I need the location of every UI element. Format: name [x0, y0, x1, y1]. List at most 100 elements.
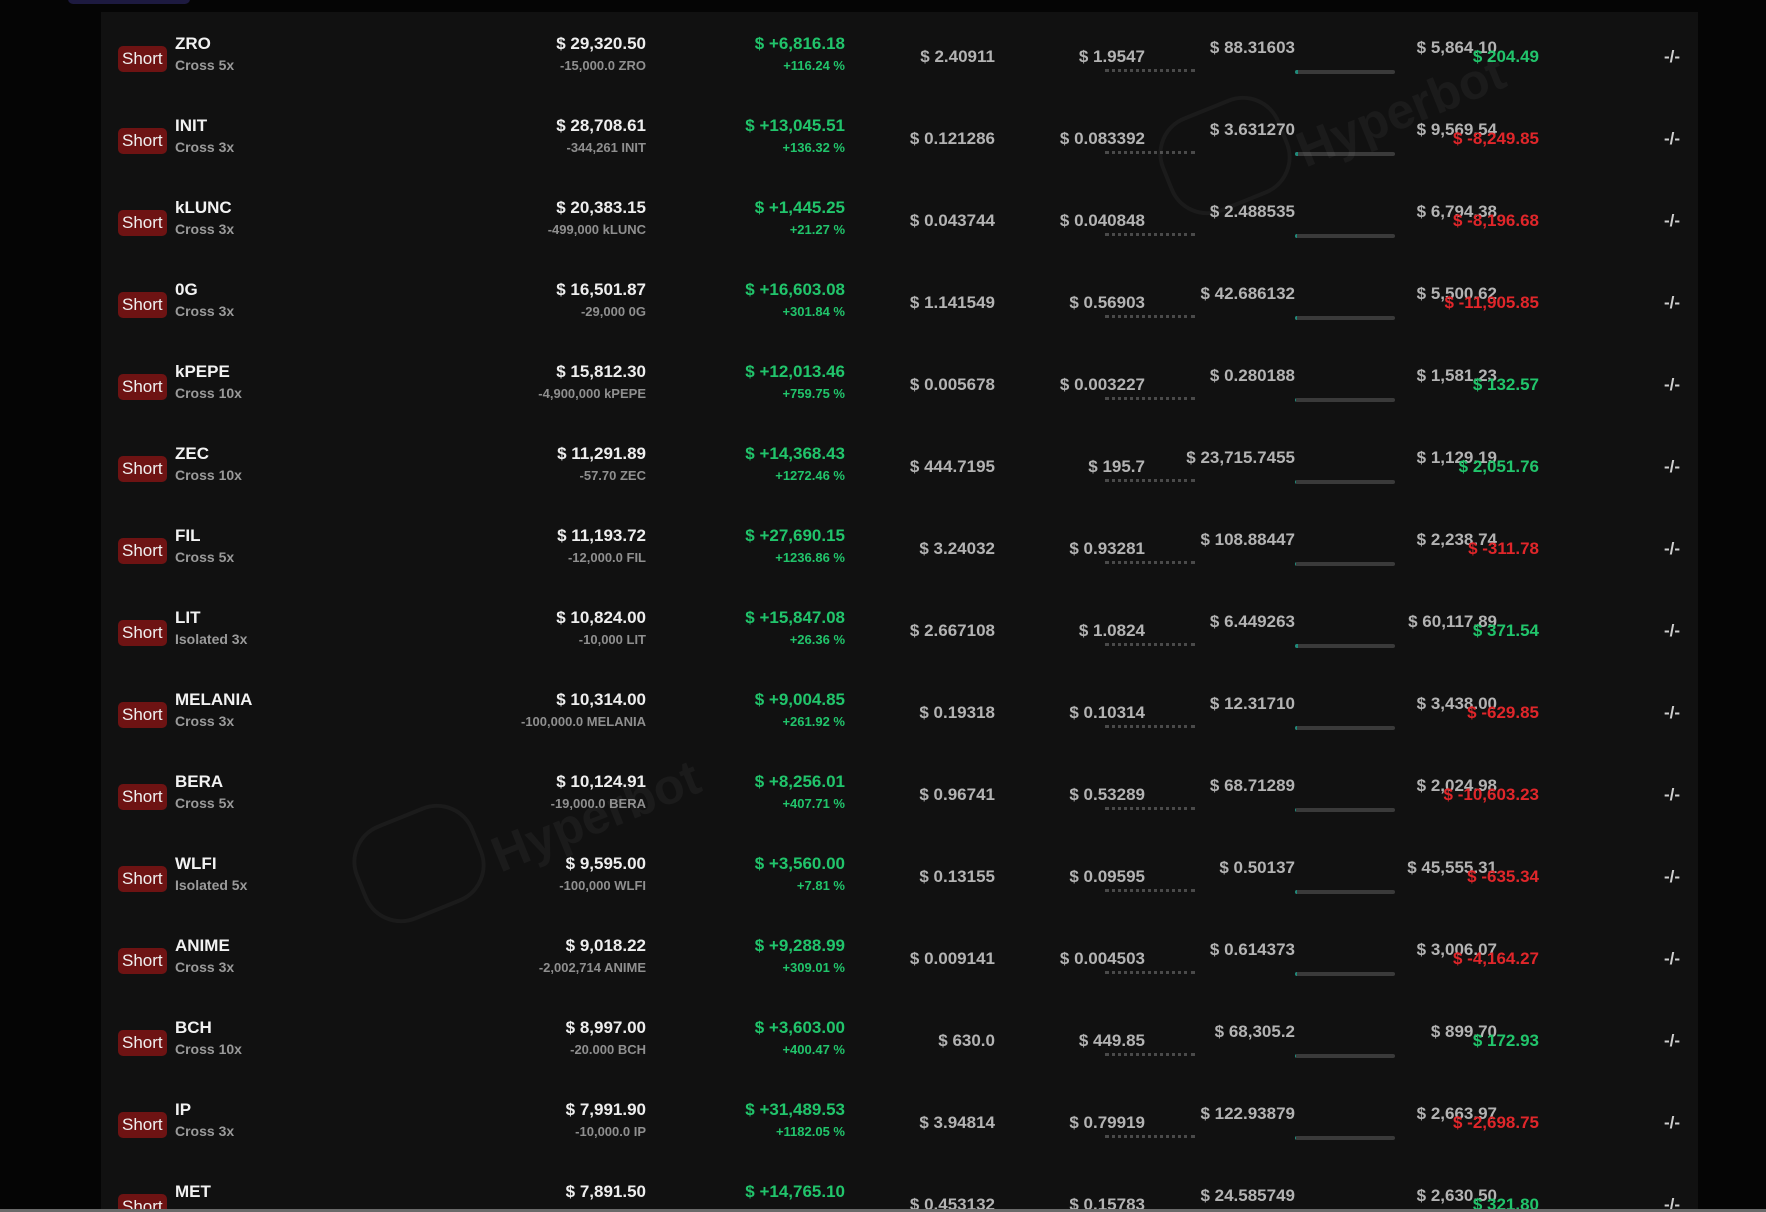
position-size: -12,000.0 FIL	[567, 550, 646, 565]
margin-ratio-fill	[1295, 70, 1298, 74]
liquidation-underline	[1105, 971, 1195, 974]
table-row[interactable]: Short MET $ 7,891.50 $ +14,765.10 $ 0.453132…	[101, 1160, 1698, 1212]
position-value: $ 20,383.15	[556, 198, 646, 217]
position-size: -4,900,000 kPEPE	[538, 386, 646, 401]
entry-price: $ 0.005678	[909, 375, 995, 394]
entry-price: $ 444.7195	[909, 457, 995, 476]
position-size: -344,261 INIT	[566, 140, 647, 155]
funding-value: $ -629.85	[1467, 703, 1539, 722]
liquidation-underline	[1105, 643, 1195, 646]
liquidation-price: $ 12.31710	[1209, 694, 1295, 713]
position-value: $ 7,991.90	[565, 1100, 646, 1119]
coin-symbol[interactable]: MELANIA	[175, 690, 252, 710]
tpsl-value[interactable]: -/-	[1664, 293, 1680, 313]
tpsl-value[interactable]: -/-	[1664, 211, 1680, 231]
entry-price: $ 1.141549	[909, 293, 995, 312]
position-value: $ 9,018.22	[565, 936, 646, 955]
table-row[interactable]: Short MELANIA Cross 3x $ 10,314.00 -100,000.…	[101, 668, 1698, 750]
liquidation-price: $ 68.71289	[1209, 776, 1295, 795]
table-row[interactable]: Short BCH Cross 10x $ 8,997.00 -20.000 BCH $ …	[101, 996, 1698, 1078]
tpsl-value[interactable]: -/-	[1664, 457, 1680, 477]
liquidation-underline	[1105, 889, 1195, 892]
tpsl-value[interactable]: -/-	[1664, 375, 1680, 395]
unrealized-pnl: $ +3,560.00	[754, 854, 845, 873]
unrealized-pnl: $ +12,013.46	[745, 362, 845, 381]
table-row[interactable]: Short LIT Isolated 3x $ 10,824.00 -10,000 LI…	[101, 586, 1698, 668]
margin-ratio-fill	[1295, 1054, 1296, 1058]
tpsl-value[interactable]: -/-	[1664, 1031, 1680, 1051]
entry-price: $ 0.19318	[919, 703, 995, 722]
table-row[interactable]: Short INIT Cross 3x $ 28,708.61 -344,261 INI…	[101, 94, 1698, 176]
coin-symbol[interactable]: 0G	[175, 280, 198, 300]
tpsl-value[interactable]: -/-	[1664, 129, 1680, 149]
liquidation-price: $ 0.614373	[1209, 940, 1295, 959]
pnl-percent: +7.81 %	[796, 878, 845, 893]
table-row[interactable]: Short kLUNC Cross 3x $ 20,383.15 -499,000 kL…	[101, 176, 1698, 258]
table-row[interactable]: Short ZEC Cross 10x $ 11,291.89 -57.70 ZEC $ …	[101, 422, 1698, 504]
mark-price: $ 0.53289	[1069, 785, 1145, 804]
funding-value: $ -311.78	[1468, 539, 1539, 558]
margin-ratio-fill	[1295, 234, 1297, 238]
coin-symbol[interactable]: FIL	[175, 526, 201, 546]
margin-ratio-bar	[1295, 726, 1395, 730]
position-value: $ 28,708.61	[556, 116, 646, 135]
coin-symbol[interactable]: BERA	[175, 772, 223, 792]
mark-price: $ 0.09595	[1069, 867, 1145, 886]
margin-ratio-fill	[1295, 726, 1297, 730]
table-row[interactable]: Short 0G Cross 3x $ 16,501.87 -29,000 0G $ +1…	[101, 258, 1698, 340]
margin-ratio-bar	[1295, 1136, 1395, 1140]
tpsl-value[interactable]: -/-	[1664, 949, 1680, 969]
table-row[interactable]: Short IP Cross 3x $ 7,991.90 -10,000.0 IP $ +…	[101, 1078, 1698, 1160]
position-size: -29,000 0G	[580, 304, 646, 319]
liquidation-underline	[1105, 479, 1195, 482]
entry-price: $ 0.043744	[909, 211, 995, 230]
coin-symbol[interactable]: IP	[175, 1100, 191, 1120]
pnl-percent: +309.01 %	[782, 960, 845, 975]
pnl-percent: +116.24 %	[783, 58, 845, 73]
table-row[interactable]: Short kPEPE Cross 10x $ 15,812.30 -4,900,000…	[101, 340, 1698, 422]
margin-ratio-bar	[1295, 70, 1395, 74]
coin-symbol[interactable]: INIT	[175, 116, 207, 136]
table-row[interactable]: Short ANIME Cross 3x $ 9,018.22 -2,002,714 A…	[101, 914, 1698, 996]
coin-symbol[interactable]: WLFI	[175, 854, 217, 874]
active-tab-indicator	[68, 0, 190, 4]
tpsl-value[interactable]: -/-	[1664, 47, 1680, 67]
position-size: -100,000.0 MELANIA	[521, 714, 646, 729]
coin-symbol[interactable]: kLUNC	[175, 198, 232, 218]
entry-price: $ 2.667108	[909, 621, 995, 640]
coin-symbol[interactable]: kPEPE	[175, 362, 230, 382]
coin-symbol[interactable]: ZRO	[175, 34, 211, 54]
table-row[interactable]: Short FIL Cross 5x $ 11,193.72 -12,000.0 FIL…	[101, 504, 1698, 586]
coin-symbol[interactable]: BCH	[175, 1018, 212, 1038]
coin-symbol[interactable]: MET	[175, 1182, 211, 1202]
table-row[interactable]: Short WLFI Isolated 5x $ 9,595.00 -100,000 W…	[101, 832, 1698, 914]
mark-price: $ 0.93281	[1069, 539, 1145, 558]
table-row[interactable]: Short BERA Cross 5x $ 10,124.91 -19,000.0 BE…	[101, 750, 1698, 832]
side-badge: Short	[118, 784, 167, 810]
side-badge: Short	[118, 620, 167, 646]
tpsl-value[interactable]: -/-	[1664, 1113, 1680, 1133]
tpsl-value[interactable]: -/-	[1664, 867, 1680, 887]
margin-ratio-fill	[1295, 972, 1297, 976]
coin-symbol[interactable]: LIT	[175, 608, 201, 628]
liquidation-underline	[1105, 807, 1195, 810]
coin-symbol[interactable]: ZEC	[175, 444, 209, 464]
entry-price: $ 3.94814	[919, 1113, 995, 1132]
liquidation-underline	[1105, 315, 1195, 318]
position-value: $ 10,124.91	[556, 772, 646, 791]
side-badge: Short	[118, 1112, 167, 1138]
coin-symbol[interactable]: ANIME	[175, 936, 230, 956]
tpsl-value[interactable]: -/-	[1664, 785, 1680, 805]
tpsl-value[interactable]: -/-	[1664, 703, 1680, 723]
pnl-percent: +21.27 %	[789, 222, 845, 237]
tpsl-value[interactable]: -/-	[1664, 621, 1680, 641]
unrealized-pnl: $ +31,489.53	[745, 1100, 845, 1119]
unrealized-pnl: $ +9,004.85	[754, 690, 845, 709]
table-row[interactable]: Short ZRO Cross 5x $ 29,320.50 -15,000.0 ZRO…	[101, 12, 1698, 94]
side-badge: Short	[118, 128, 167, 154]
mark-price: $ 0.79919	[1069, 1113, 1145, 1132]
position-size: -57.70 ZEC	[579, 468, 646, 483]
entry-price: $ 0.009141	[909, 949, 995, 968]
liquidation-underline	[1105, 233, 1195, 236]
tpsl-value[interactable]: -/-	[1664, 539, 1680, 559]
